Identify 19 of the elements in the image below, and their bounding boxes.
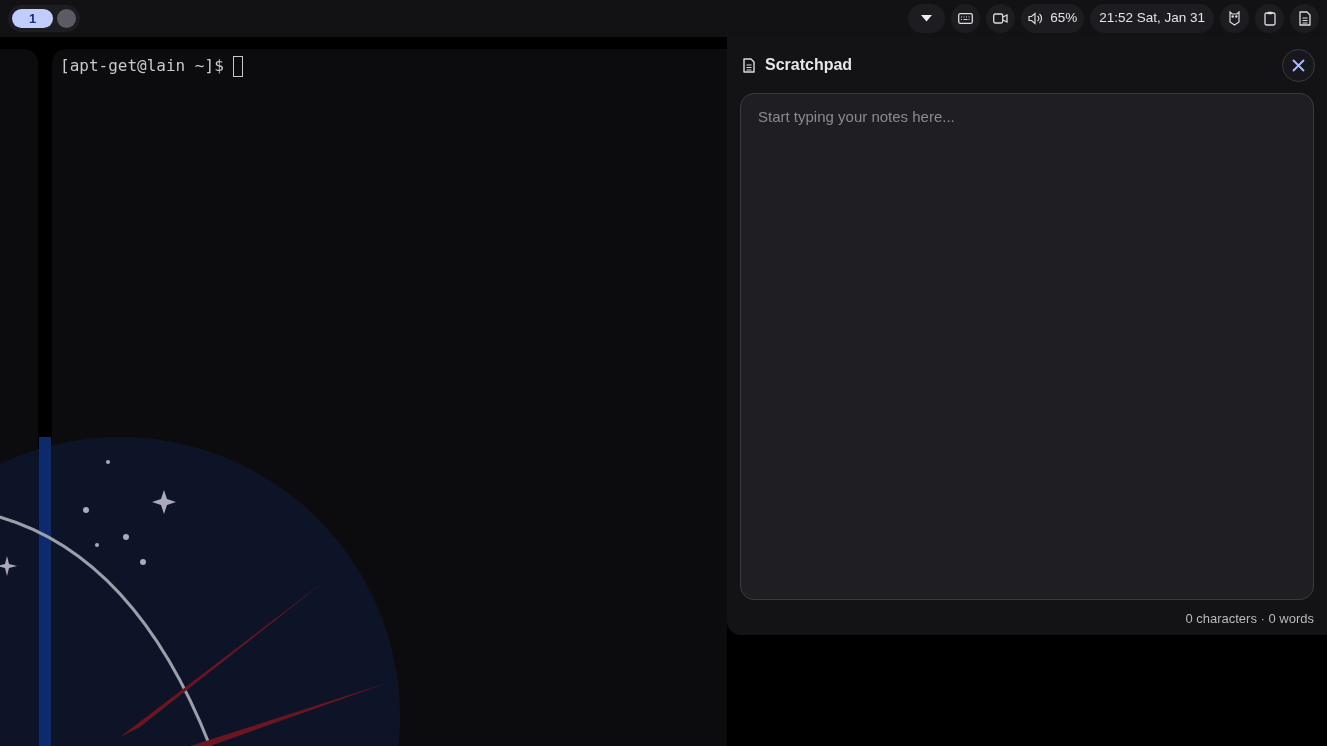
terminal-cursor — [232, 55, 243, 77]
clock-button[interactable]: 21:52 Sat, Jan 31 — [1090, 4, 1214, 33]
notes-field[interactable]: Start typing your notes here... — [740, 93, 1314, 600]
volume-button[interactable]: 65% — [1021, 4, 1085, 33]
document-icon — [743, 57, 755, 73]
keyboard-icon[interactable] — [951, 4, 981, 33]
close-icon — [1292, 58, 1305, 72]
panel-title: Scratchpad — [765, 55, 853, 75]
document-icon[interactable] — [1290, 4, 1319, 33]
workspace-indicator[interactable]: 1 — [12, 9, 53, 28]
terminal-prompt: [apt-get@lain ~]$ — [60, 55, 224, 77]
character-count: 0 characters · 0 words — [1185, 610, 1314, 628]
caret-icon[interactable] — [908, 4, 946, 33]
clipboard-icon[interactable] — [1255, 4, 1284, 33]
camera-icon[interactable] — [986, 4, 1016, 33]
workspace-indicator[interactable] — [57, 9, 76, 28]
owl-icon[interactable] — [1220, 4, 1249, 33]
close-button[interactable] — [1282, 48, 1315, 82]
speaker-icon — [1028, 12, 1044, 25]
